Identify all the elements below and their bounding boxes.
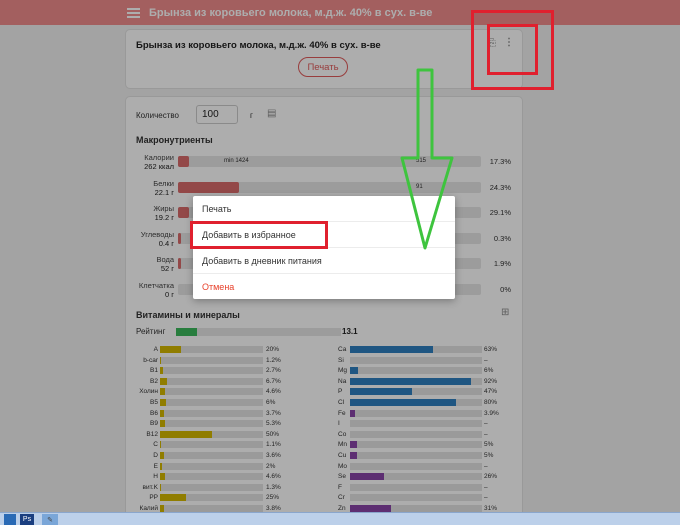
annotation-arrow-icon xyxy=(400,68,454,250)
annotation-box-inner xyxy=(487,24,538,75)
menu-item-cancel[interactable]: Отмена xyxy=(193,274,455,300)
paint-icon[interactable]: ✎ xyxy=(42,514,58,525)
annotation-box-favorites xyxy=(190,221,328,249)
windows-taskbar: Ps ✎ xyxy=(0,512,680,525)
photoshop-icon[interactable]: Ps xyxy=(20,514,34,525)
start-icon[interactable] xyxy=(4,514,16,525)
